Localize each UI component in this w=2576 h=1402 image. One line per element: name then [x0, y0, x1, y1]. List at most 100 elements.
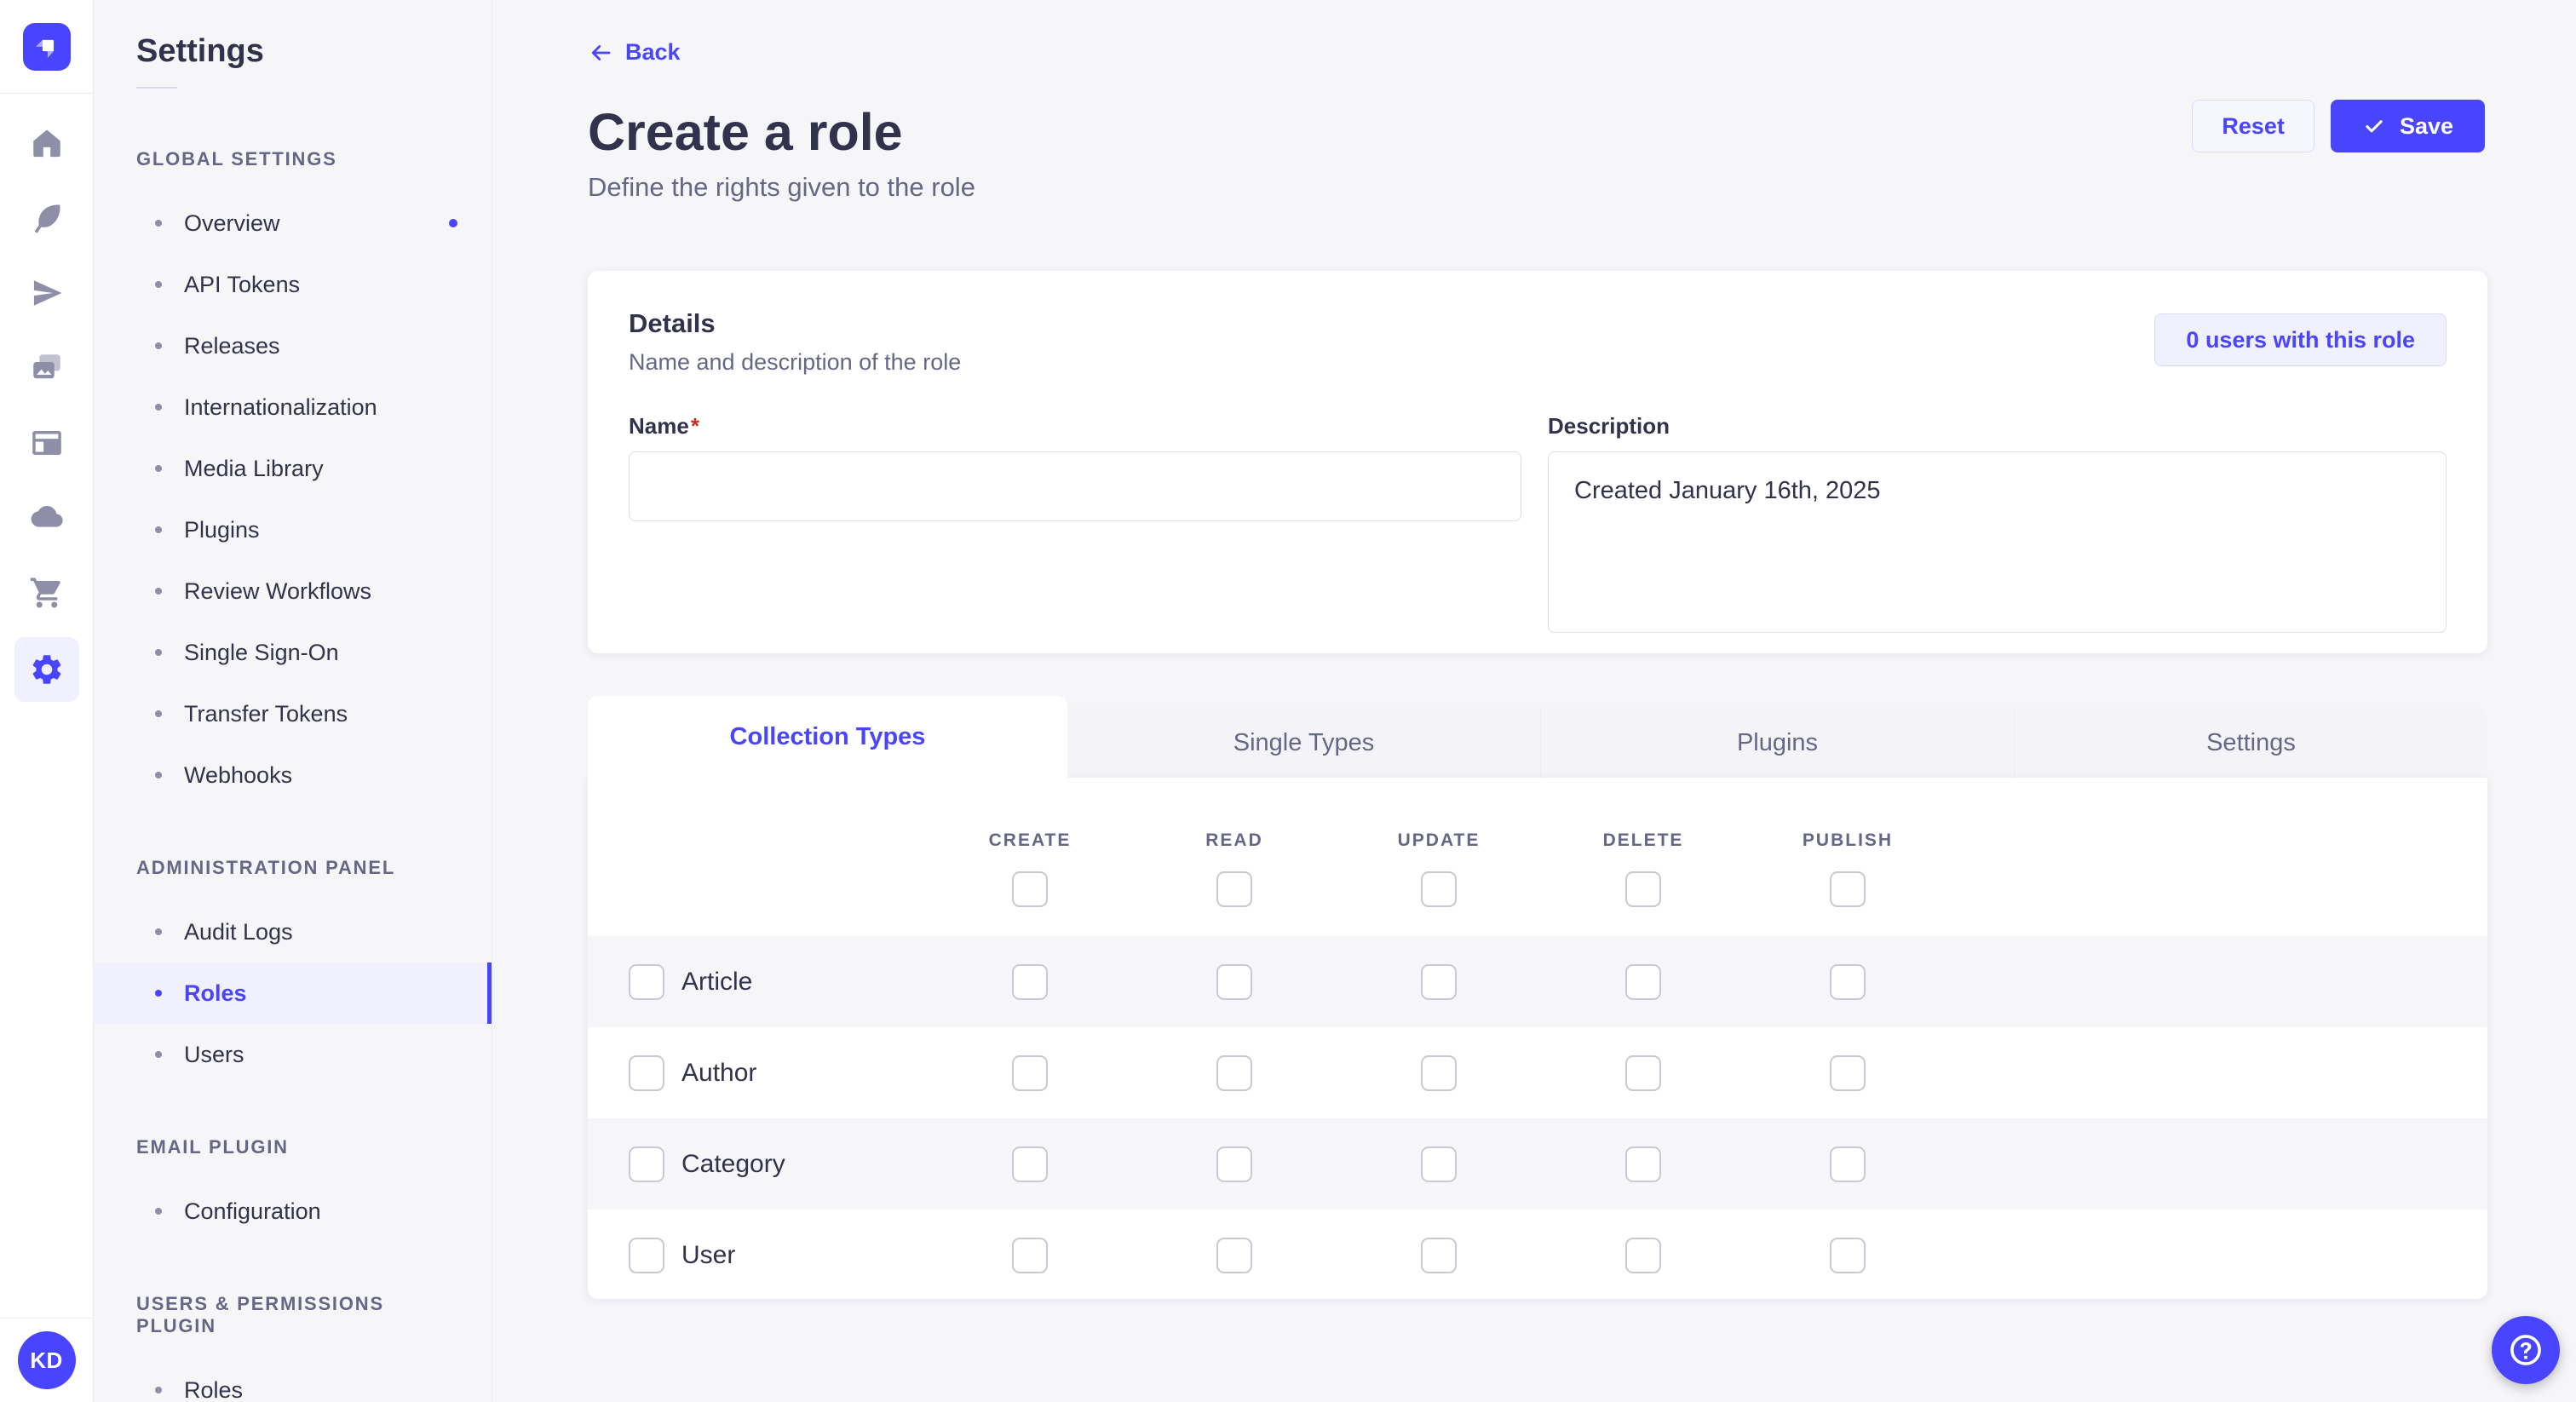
sidebar-item-roles[interactable]: Roles — [94, 1359, 492, 1402]
select-all-publish-checkbox[interactable] — [1830, 871, 1866, 907]
sidebar-item-roles[interactable]: Roles — [94, 962, 492, 1024]
category-update-checkbox[interactable] — [1421, 1146, 1457, 1182]
avatar[interactable]: KD — [18, 1331, 76, 1389]
row-label: Author — [681, 1059, 756, 1088]
tab-settings[interactable]: Settings — [2014, 708, 2487, 778]
question-icon — [2506, 1330, 2545, 1370]
table-cell — [1541, 1238, 1745, 1273]
category-read-checkbox[interactable] — [1216, 1146, 1252, 1182]
save-label: Save — [2400, 113, 2453, 140]
sidebar-item-transfer-tokens[interactable]: Transfer Tokens — [94, 683, 492, 744]
article-select-checkbox[interactable] — [629, 964, 664, 1000]
user-read-checkbox[interactable] — [1216, 1238, 1252, 1273]
sidebar-item-label: Webhooks — [184, 762, 292, 789]
sidebar-item-label: Roles — [184, 1377, 243, 1402]
author-update-checkbox[interactable] — [1421, 1055, 1457, 1091]
article-read-checkbox[interactable] — [1216, 964, 1252, 1000]
category-delete-checkbox[interactable] — [1625, 1146, 1661, 1182]
column-label: UPDATE — [1398, 830, 1481, 851]
select-all-delete-checkbox[interactable] — [1625, 871, 1661, 907]
row-lead: Author — [588, 1055, 928, 1091]
name-field-group: Name* — [629, 413, 1521, 637]
category-create-checkbox[interactable] — [1012, 1146, 1048, 1182]
description-textarea[interactable]: Created January 16th, 2025 — [1548, 451, 2447, 633]
subnav-list: RolesProviders — [94, 1359, 492, 1402]
tab-single-types[interactable]: Single Types — [1067, 708, 1540, 778]
table-row-author: Author — [588, 1027, 2487, 1118]
feather-icon — [29, 200, 65, 240]
user-publish-checkbox[interactable] — [1830, 1238, 1866, 1273]
table-cell — [1745, 1055, 1950, 1091]
user-select-checkbox[interactable] — [629, 1238, 664, 1273]
bullet-icon — [155, 465, 162, 472]
category-publish-checkbox[interactable] — [1830, 1146, 1866, 1182]
article-delete-checkbox[interactable] — [1625, 964, 1661, 1000]
user-update-checkbox[interactable] — [1421, 1238, 1457, 1273]
rail-item-feather[interactable] — [9, 182, 84, 257]
author-publish-checkbox[interactable] — [1830, 1055, 1866, 1091]
subnav-list: Overview API Tokens ReleasesInternationali… — [94, 192, 492, 806]
select-all-create-checkbox[interactable] — [1012, 871, 1048, 907]
select-all-update-checkbox[interactable] — [1421, 871, 1457, 907]
row-label: Category — [681, 1150, 785, 1179]
sidebar-item-label: API Tokens — [184, 272, 300, 298]
user-create-checkbox[interactable] — [1012, 1238, 1048, 1273]
sidebar-item-webhooks[interactable]: Webhooks — [94, 744, 492, 806]
rail-item-paper-plane[interactable] — [9, 257, 84, 332]
sidebar-item-plugins[interactable]: Plugins — [94, 499, 492, 560]
details-fields: Name* Description Created January 16th, … — [629, 413, 2447, 637]
sidebar-item-configuration[interactable]: Configuration — [94, 1181, 492, 1242]
sidebar-item-review-workflows[interactable]: Review Workflows — [94, 560, 492, 622]
name-input[interactable] — [629, 451, 1521, 521]
rail-item-cloud[interactable] — [9, 482, 84, 557]
permissions-tab-strip: Single TypesPluginsSettings — [1067, 708, 2487, 778]
sidebar-item-media-library[interactable]: Media Library — [94, 438, 492, 499]
permissions-rows: ArticleAuthorCategoryUser — [588, 936, 2487, 1299]
sidebar-item-api-tokens[interactable]: API Tokens — [94, 254, 492, 315]
back-link[interactable]: Back — [588, 39, 681, 66]
table-cell — [1132, 964, 1337, 1000]
table-cell — [1132, 1055, 1337, 1091]
permissions-column-labels: CREATEREADUPDATEDELETEPUBLISH — [588, 830, 2487, 851]
rail-item-gear[interactable] — [9, 632, 84, 707]
users-with-role-badge[interactable]: 0 users with this role — [2154, 313, 2447, 366]
table-cell: CREATE — [928, 830, 1132, 851]
sidebar-item-single-sign-on[interactable]: Single Sign-On — [94, 622, 492, 683]
cart-icon — [29, 575, 65, 615]
article-create-checkbox[interactable] — [1012, 964, 1048, 1000]
sidebar-item-users[interactable]: Users — [94, 1024, 492, 1085]
subnav-section-label: ADMINISTRATION PANEL — [136, 857, 449, 879]
row-label: Article — [681, 968, 752, 997]
article-update-checkbox[interactable] — [1421, 964, 1457, 1000]
tab-plugins[interactable]: Plugins — [1540, 708, 2014, 778]
table-cell — [1541, 1055, 1745, 1091]
tab-collection-types[interactable]: Collection Types — [588, 696, 1067, 778]
sidebar-item-internationalization[interactable]: Internationalization — [94, 376, 492, 438]
author-select-checkbox[interactable] — [629, 1055, 664, 1091]
sidebar-item-label: Review Workflows — [184, 578, 371, 605]
article-publish-checkbox[interactable] — [1830, 964, 1866, 1000]
column-label: READ — [1205, 830, 1263, 851]
sidebar-item-releases[interactable]: Releases — [94, 315, 492, 376]
help-button[interactable] — [2492, 1316, 2560, 1384]
rail-item-home[interactable] — [9, 107, 84, 182]
table-cell — [1132, 1146, 1337, 1182]
rail-user-section: KD — [0, 1318, 93, 1402]
strapi-logo[interactable] — [23, 23, 71, 71]
author-delete-checkbox[interactable] — [1625, 1055, 1661, 1091]
reset-button[interactable]: Reset — [2192, 100, 2314, 152]
select-all-read-checkbox[interactable] — [1216, 871, 1252, 907]
table-cell: READ — [1132, 830, 1337, 851]
rail-item-media-library[interactable] — [9, 332, 84, 407]
sidebar-item-overview[interactable]: Overview — [94, 192, 492, 254]
rail-item-layout[interactable] — [9, 407, 84, 482]
sidebar-item-audit-logs[interactable]: Audit Logs — [94, 901, 492, 962]
user-delete-checkbox[interactable] — [1625, 1238, 1661, 1273]
permissions-select-all-row — [588, 871, 2487, 907]
rail-logo-section — [0, 0, 93, 94]
author-create-checkbox[interactable] — [1012, 1055, 1048, 1091]
rail-item-cart[interactable] — [9, 557, 84, 632]
author-read-checkbox[interactable] — [1216, 1055, 1252, 1091]
category-select-checkbox[interactable] — [629, 1146, 664, 1182]
save-button[interactable]: Save — [2331, 100, 2485, 152]
